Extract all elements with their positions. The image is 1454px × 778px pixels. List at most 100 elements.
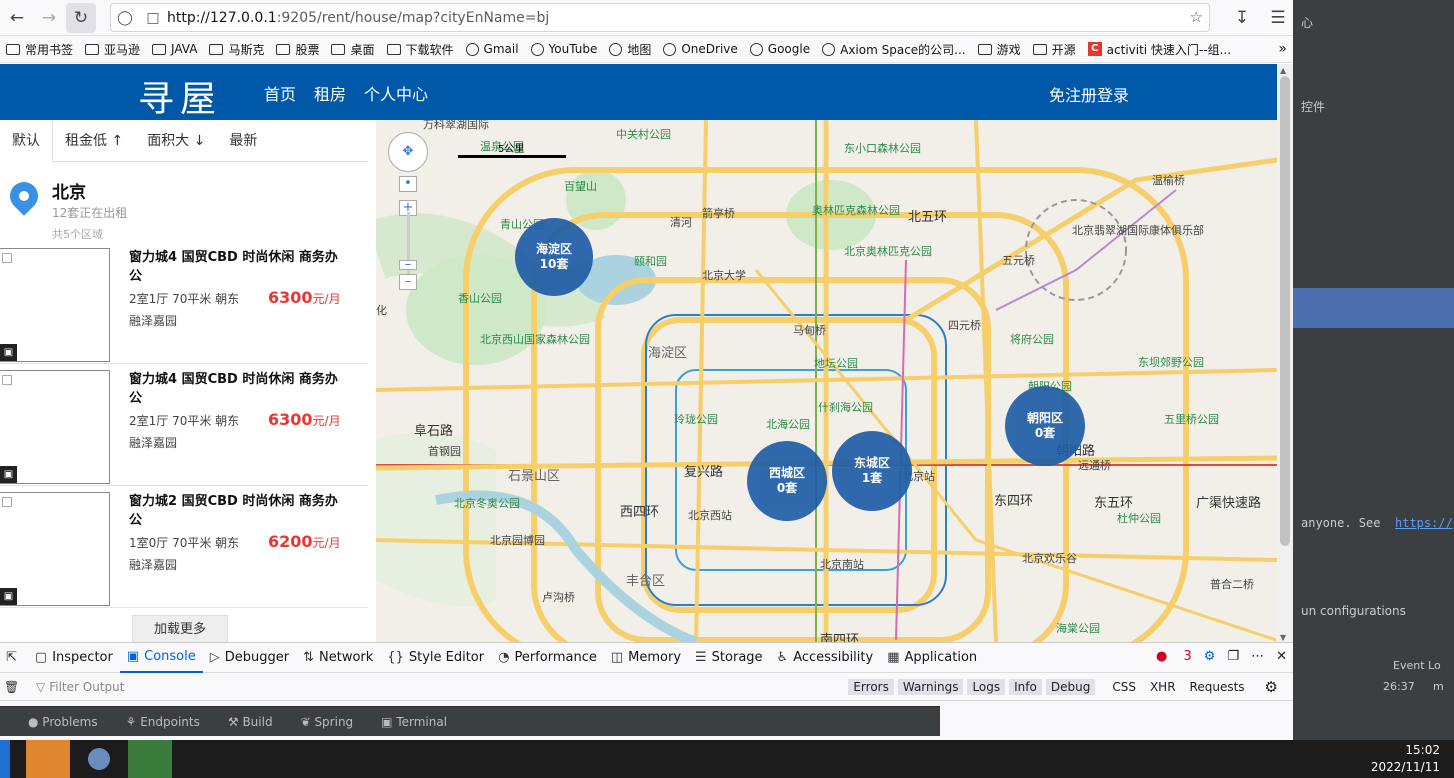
bookmark-item[interactable]: OneDrive: [657, 42, 743, 56]
ide-tool-build[interactable]: ⚒ Build: [214, 715, 273, 729]
menu-profile[interactable]: 个人中心: [364, 81, 428, 105]
filter-info[interactable]: Info: [1009, 679, 1042, 695]
filter-debug[interactable]: Debug: [1045, 679, 1096, 695]
bookmark-label: Gmail: [483, 42, 519, 56]
house-item[interactable]: ▣ 窗力城4 国贸CBD 时尚休闲 商务办公 2室1厅 70平米 朝东 融泽嘉园 630…: [0, 242, 368, 364]
bookmark-item[interactable]: 亚马逊: [79, 41, 146, 58]
zoom-handle[interactable]: –: [399, 258, 417, 271]
scroll-down-icon[interactable]: ▼: [1280, 633, 1286, 642]
dock-icon[interactable]: ❐: [1227, 649, 1239, 664]
district-bubble-dongcheng[interactable]: 东城区 1套: [832, 431, 912, 511]
house-title[interactable]: 窗力城4 国贸CBD 时尚休闲 商务办公: [129, 248, 349, 286]
house-title[interactable]: 窗力城2 国贸CBD 时尚休闲 商务办公: [129, 492, 349, 530]
page-scrollbar[interactable]: ▲ ▼: [1277, 64, 1293, 644]
district-bubble-haidian[interactable]: 海淀区 10套: [515, 218, 593, 296]
reload-button[interactable]: ↻: [66, 2, 96, 33]
devtools-picker[interactable]: ⇱: [0, 643, 28, 673]
devtools-tab-accessibility[interactable]: ♿ Accessibility: [770, 643, 881, 673]
devtools-tab-inspector[interactable]: ▢ Inspector: [28, 643, 120, 673]
ide-tool-endpoints[interactable]: ⚘ Endpoints: [112, 715, 200, 729]
bookmark-item[interactable]: 游戏: [972, 41, 1027, 58]
debug-icon[interactable]: ⚙: [1204, 649, 1216, 664]
house-image[interactable]: ▣: [0, 492, 110, 606]
close-icon[interactable]: ✕: [1276, 649, 1287, 664]
bookmark-item[interactable]: 桌面: [325, 41, 380, 58]
sort-tab-default[interactable]: 默认: [0, 120, 53, 162]
devtools-tab-network[interactable]: ⇅ Network: [296, 643, 380, 673]
bookmark-item[interactable]: 下载软件: [381, 41, 460, 58]
devtools-tab-style-editor[interactable]: {} Style Editor: [380, 643, 491, 673]
sort-tab-area[interactable]: 面积大 ↓: [135, 120, 217, 161]
folder-icon: [209, 43, 224, 55]
trash-icon[interactable]: 🗑: [4, 680, 19, 694]
price-value: 6300: [268, 288, 313, 307]
filter-xhr[interactable]: XHR: [1145, 679, 1181, 695]
menu-rent[interactable]: 租房: [314, 81, 346, 105]
browser-app-icon[interactable]: [78, 740, 122, 778]
bookmark-item[interactable]: 地图: [603, 41, 657, 58]
menu-home[interactable]: 首页: [264, 81, 296, 105]
bookmark-item[interactable]: Gmail: [460, 42, 525, 56]
devtools-tab-memory[interactable]: ◫ Memory: [604, 643, 688, 673]
address-bar[interactable]: ◯ □ http://127.0.0.1:9205/rent/house/map…: [110, 3, 1210, 32]
taskbar-file-explorer[interactable]: [0, 740, 10, 778]
sort-tab-newest[interactable]: 最新: [217, 120, 269, 161]
ide-tool-problems[interactable]: ● Problems: [14, 715, 98, 729]
ide-event-log[interactable]: Event Lo: [1393, 659, 1441, 672]
error-badge[interactable]: ● 3: [1156, 649, 1192, 664]
ide-console-link[interactable]: https://: [1395, 516, 1453, 530]
devtools-tab-console[interactable]: ▣ Console: [119, 643, 203, 673]
ide-tool-spring[interactable]: ❦ Spring: [287, 715, 354, 729]
filter-input[interactable]: Filter Output: [49, 680, 124, 694]
map-view[interactable]: 万科翠湖国际 中关村公园 东小口森林公园 温泉公园 百望山 箭亭桥 奥林匹克森林公园 北五环温…: [376, 120, 1277, 642]
downloads-button[interactable]: ↧: [1227, 3, 1257, 33]
back-button[interactable]: ←: [2, 3, 32, 33]
filter-logs[interactable]: Logs: [967, 679, 1006, 695]
bookmark-item[interactable]: 开源: [1027, 41, 1082, 58]
bookmark-item[interactable]: Axiom Space的公司...: [816, 41, 972, 58]
register-login-link[interactable]: 免注册登录: [1049, 82, 1129, 106]
filter-warnings[interactable]: Warnings: [897, 679, 964, 695]
bookmark-item[interactable]: Cactiviti 快速入门--组...: [1082, 41, 1237, 58]
load-more-button[interactable]: 加载更多: [132, 615, 228, 642]
filter-requests[interactable]: Requests: [1185, 679, 1250, 695]
devtools-tab-performance[interactable]: ◔ Performance: [491, 643, 604, 673]
media-app-icon[interactable]: [128, 740, 172, 778]
house-item[interactable]: ▣ 窗力城2 国贸CBD 时尚休闲 商务办公 1室0厅 70平米 朝东 融泽嘉园 620…: [0, 486, 368, 608]
devtools-tab-debugger[interactable]: ▷ Debugger: [203, 643, 296, 673]
district-bubble-xicheng[interactable]: 西城区 0套: [747, 441, 827, 521]
bookmark-item[interactable]: 马斯克: [203, 41, 270, 58]
zoom-out-button[interactable]: –: [399, 274, 417, 290]
filter-errors[interactable]: Errors: [848, 679, 894, 695]
filter-buttons: Errors Warnings Logs Info Debug CSS XHR Request…: [844, 677, 1283, 697]
bookmark-item[interactable]: Google: [744, 42, 816, 56]
ide-tool-terminal[interactable]: ▣ Terminal: [367, 715, 447, 729]
sort-tab-price[interactable]: 租金低 ↑: [53, 120, 135, 161]
wechat-app-icon[interactable]: [26, 740, 70, 778]
house-price: 6200元/月: [268, 532, 341, 551]
house-title[interactable]: 窗力城4 国贸CBD 时尚休闲 商务办公: [129, 370, 349, 408]
scroll-up-icon[interactable]: ▲: [1280, 66, 1286, 75]
forward-button[interactable]: →: [34, 3, 64, 33]
bookmark-item[interactable]: 股票: [270, 41, 325, 58]
scroll-thumb[interactable]: [1280, 76, 1290, 546]
menu-button[interactable]: ☰: [1263, 3, 1293, 33]
map-place-label: 香山公园: [458, 292, 502, 305]
house-image[interactable]: ▣: [0, 248, 110, 362]
devtools-tab-storage[interactable]: ☰ Storage: [688, 643, 770, 673]
bookmark-item[interactable]: 常用书签: [0, 41, 79, 58]
locate-button[interactable]: •: [399, 176, 417, 192]
filter-css[interactable]: CSS: [1107, 679, 1141, 695]
bookmark-item[interactable]: JAVA: [146, 42, 203, 56]
devtools-tab-application[interactable]: ▦ Application: [880, 643, 984, 673]
settings-gear-icon[interactable]: ⚙: [1260, 677, 1283, 697]
bookmarks-overflow-icon[interactable]: »: [1278, 41, 1287, 57]
site-logo[interactable]: 寻屋: [138, 70, 222, 122]
more-icon[interactable]: ⋯: [1251, 649, 1264, 664]
bookmark-item[interactable]: YouTube: [525, 42, 604, 56]
map-pan-control[interactable]: ✥: [388, 132, 428, 172]
house-image[interactable]: ▣: [0, 370, 110, 484]
district-bubble-chaoyang[interactable]: 朝阳区 0套: [1005, 386, 1085, 466]
house-item[interactable]: ▣ 窗力城4 国贸CBD 时尚休闲 商务办公 2室1厅 70平米 朝东 融泽嘉园 630…: [0, 364, 368, 486]
bookmark-star-icon[interactable]: ☆: [1190, 8, 1203, 26]
